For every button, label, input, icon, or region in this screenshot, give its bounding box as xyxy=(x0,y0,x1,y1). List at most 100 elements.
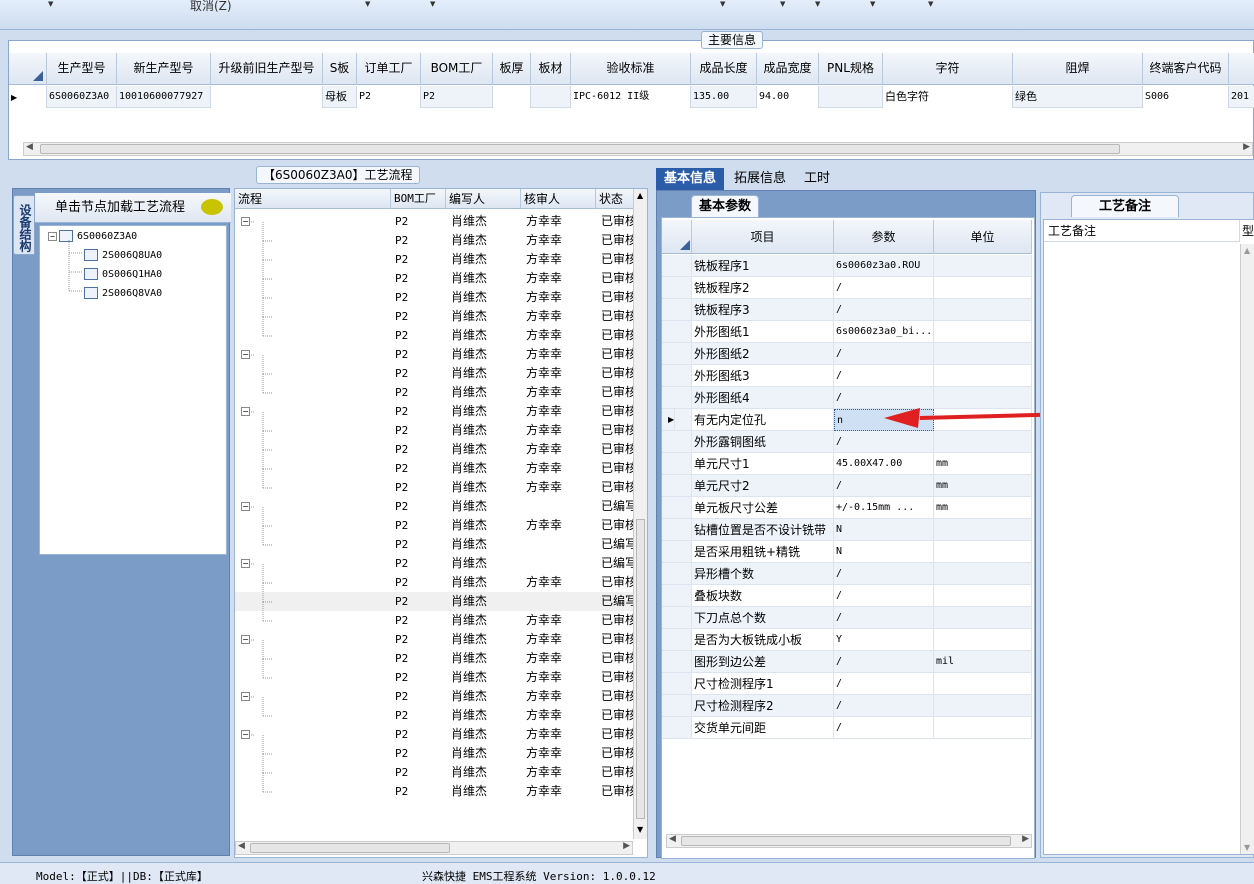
param-value[interactable]: / xyxy=(834,651,934,673)
row-indicator[interactable] xyxy=(662,541,692,563)
column-header[interactable]: 型 xyxy=(1242,220,1254,242)
process-row[interactable]: 丝印P2肖维杰方幸幸已审核 xyxy=(235,269,635,288)
column-header[interactable]: 升级前旧生产型号 xyxy=(211,53,323,85)
param-value[interactable]: Y xyxy=(834,629,934,651)
dropdown-arrow-icon[interactable]: ▼ xyxy=(928,0,933,8)
collapse-icon[interactable]: − xyxy=(241,559,250,568)
param-row[interactable]: 图形到边公差 / mil xyxy=(662,651,1036,673)
row-indicator[interactable] xyxy=(662,673,692,695)
dropdown-arrow-icon[interactable]: ▼ xyxy=(780,0,785,8)
process-row[interactable]: 阻焊前处理P2肖维杰方幸幸已审核 xyxy=(235,231,635,250)
column-header[interactable]: BOM工厂 xyxy=(391,189,446,209)
cell[interactable]: 母板 xyxy=(323,86,357,108)
column-header[interactable]: 字符 xyxy=(883,53,1013,85)
param-row[interactable]: 钻槽位置是否不设计铣带 N xyxy=(662,519,1036,541)
param-row[interactable]: 单元板尺寸公差 +/-0.15mm ... mm xyxy=(662,497,1036,519)
param-value[interactable]: N xyxy=(834,519,934,541)
row-indicator[interactable] xyxy=(662,299,692,321)
table-row[interactable]: ▶ 6S0060Z3A0 10010600077927 母板 P2 P2 IPC… xyxy=(9,86,1254,108)
process-row[interactable]: 出库P2肖维杰方幸幸已审核 xyxy=(235,782,635,801)
tab-basic-info[interactable]: 基本信息 xyxy=(656,168,725,190)
scroll-down-icon[interactable]: ▼ xyxy=(1244,843,1250,852)
row-indicator[interactable] xyxy=(662,475,692,497)
param-row[interactable]: 尺寸检测程序2/ xyxy=(662,695,1036,717)
process-row[interactable]: 沉金P2肖维杰方幸幸已审核 xyxy=(235,459,635,478)
comment-bubble-icon[interactable] xyxy=(201,199,223,215)
tree-node[interactable]: 0S006Q1HA0 xyxy=(84,266,162,284)
scrollbar-thumb[interactable] xyxy=(681,836,1011,846)
param-value[interactable]: / xyxy=(834,695,934,717)
tree-node-root[interactable]: −6S0060Z3A0 xyxy=(48,228,137,246)
dropdown-arrow-icon[interactable]: ▼ xyxy=(815,0,820,8)
row-indicator[interactable] xyxy=(662,453,692,475)
param-value[interactable]: N xyxy=(834,541,934,563)
column-header[interactable]: 成品宽度 xyxy=(757,53,819,85)
param-row[interactable]: 是否采用粗铣+精铣 N xyxy=(662,541,1036,563)
tab-extended-info[interactable]: 拓展信息 xyxy=(726,168,794,190)
column-header[interactable]: 核审人 xyxy=(521,189,596,209)
row-indicator[interactable]: ▶ xyxy=(662,409,692,431)
cancel-button[interactable]: 取消(Z) xyxy=(190,0,232,14)
scroll-right-icon[interactable]: ▶ xyxy=(1022,834,1029,844)
param-value[interactable]: / xyxy=(834,277,934,299)
param-row[interactable]: 外形图纸1 6s0060z3a0_bi... xyxy=(662,321,1036,343)
column-header[interactable]: 成品长度 xyxy=(691,53,757,85)
column-header[interactable]: 状态 xyxy=(596,189,636,209)
column-header[interactable]: BOM工厂 xyxy=(421,53,493,85)
tree-node[interactable]: 2S006Q8UA0 xyxy=(84,247,162,265)
cell[interactable]: 10010600077927 xyxy=(117,86,211,108)
scroll-down-icon[interactable]: ▼ xyxy=(637,825,643,834)
dropdown-arrow-icon[interactable]: ▼ xyxy=(48,0,53,8)
tab-work-hours[interactable]: 工时 xyxy=(796,168,838,190)
column-header[interactable]: 生产型号 xyxy=(47,53,117,85)
collapse-icon[interactable]: − xyxy=(241,730,250,739)
column-header[interactable]: 验收标准 xyxy=(571,53,691,85)
column-header[interactable]: 新生产型号 xyxy=(117,53,211,85)
column-header[interactable]: 单位 xyxy=(934,220,1032,254)
column-header[interactable]: S板 xyxy=(323,53,357,85)
cell[interactable] xyxy=(493,86,531,108)
dropdown-arrow-icon[interactable]: ▼ xyxy=(720,0,725,8)
param-row[interactable]: 铣板程序3/ xyxy=(662,299,1036,321)
tab-process-notes[interactable]: 工艺备注 xyxy=(1071,195,1179,217)
cell[interactable]: 94.00 xyxy=(757,86,819,108)
dropdown-arrow-icon[interactable]: ▼ xyxy=(430,0,435,8)
row-indicator[interactable] xyxy=(662,585,692,607)
collapse-icon[interactable]: − xyxy=(241,217,250,226)
cell[interactable]: 201 xyxy=(1229,86,1254,108)
cell[interactable] xyxy=(819,86,883,108)
scroll-right-icon[interactable]: ▶ xyxy=(1243,142,1250,152)
param-row[interactable]: 叠板块数 / xyxy=(662,585,1036,607)
param-row[interactable]: 单元尺寸2/mm xyxy=(662,475,1036,497)
process-row[interactable]: 阻抗测试P2肖维杰方幸幸已审核 xyxy=(235,516,635,535)
scroll-left-icon[interactable]: ◀ xyxy=(26,142,33,152)
process-row[interactable]: 字符P2肖维杰方幸幸已审核 xyxy=(235,364,635,383)
scroll-right-icon[interactable]: ▶ xyxy=(623,841,630,851)
corner-cell[interactable] xyxy=(9,53,47,85)
column-header[interactable]: 参数 xyxy=(834,220,934,254)
param-row[interactable]: 铣板程序2/ xyxy=(662,277,1036,299)
process-row[interactable]: 成品仓P2肖维杰方幸幸已审核 xyxy=(235,725,635,744)
scrollbar-thumb[interactable] xyxy=(250,843,450,853)
collapse-icon[interactable]: − xyxy=(241,502,250,511)
scroll-up-icon[interactable]: ▲ xyxy=(637,191,643,200)
process-row[interactable]: 电子测试P2肖维杰已编写 xyxy=(235,497,635,516)
column-header[interactable]: 项目 xyxy=(692,220,834,254)
process-row[interactable]: 内包装P2肖维杰方幸幸已审核 xyxy=(235,706,635,725)
param-value[interactable]: / xyxy=(834,563,934,585)
dropdown-arrow-icon[interactable]: ▼ xyxy=(365,0,370,8)
vertical-scrollbar[interactable]: ▲ ▼ xyxy=(633,189,647,839)
process-row[interactable]: V槽P2肖维杰方幸幸已审核 xyxy=(235,573,635,592)
row-indicator[interactable] xyxy=(662,629,692,651)
process-row[interactable]: 喷砂P2肖维杰方幸幸已审核 xyxy=(235,421,635,440)
collapse-icon[interactable]: − xyxy=(241,350,250,359)
param-value[interactable]: +/-0.15mm ... xyxy=(834,497,934,519)
process-row[interactable]: 预烘P2肖维杰方幸幸已审核 xyxy=(235,288,635,307)
process-row[interactable]: 外包装P2肖维杰方幸幸已审核 xyxy=(235,763,635,782)
row-indicator[interactable] xyxy=(662,255,692,277)
column-header[interactable]: 流程 xyxy=(235,189,391,209)
param-value[interactable]: 6s0060z3a0.ROU xyxy=(834,255,934,277)
scroll-left-icon[interactable]: ◀ xyxy=(238,841,245,851)
tab-basic-params[interactable]: 基本参数 xyxy=(691,195,759,217)
column-header[interactable]: PNL规格 xyxy=(819,53,883,85)
